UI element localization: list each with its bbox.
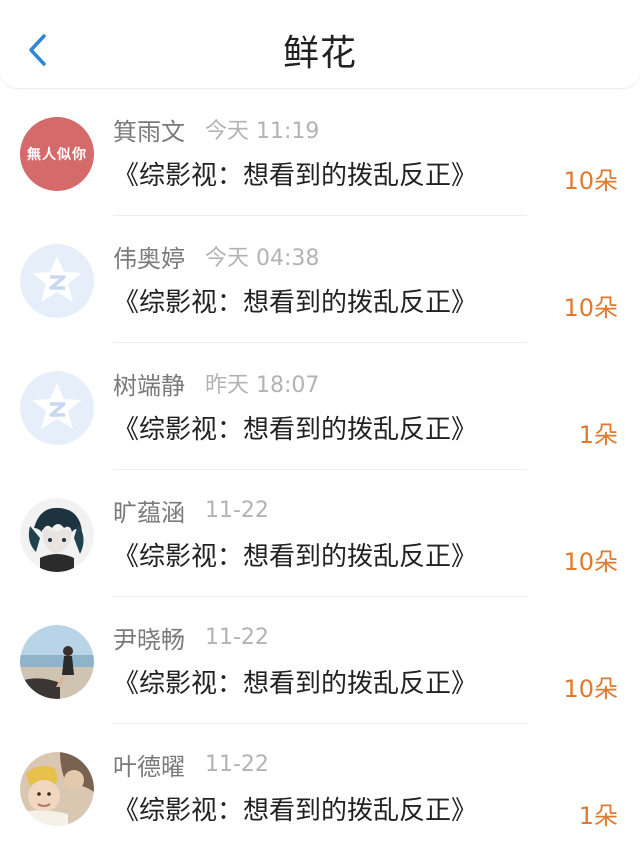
- list-item[interactable]: 叶德曜 11-22 《综影视：想看到的拨乱反正》 1朵: [0, 724, 640, 851]
- item-meta: 箕雨文 今天 11:19: [113, 111, 319, 147]
- user-name[interactable]: 树端静: [113, 366, 185, 401]
- user-name[interactable]: 尹晓畅: [113, 620, 185, 655]
- list-item[interactable]: 伟奥婷 今天 04:38 《综影视：想看到的拨乱反正》 10朵: [0, 216, 640, 343]
- work-title[interactable]: 《综影视：想看到的拨乱反正》: [113, 663, 477, 700]
- item-meta: 叶德曜 11-22: [113, 746, 269, 782]
- avatar[interactable]: [20, 244, 94, 318]
- timestamp: 昨天 18:07: [205, 373, 320, 398]
- flower-count: 10朵: [563, 167, 618, 195]
- work-title[interactable]: 《综影视：想看到的拨乱反正》: [113, 155, 477, 192]
- list-item[interactable]: 尹晓畅 11-22 《综影视：想看到的拨乱反正》 10朵: [0, 597, 640, 724]
- anime-character-photo-icon: [20, 498, 94, 572]
- work-title[interactable]: 《综影视：想看到的拨乱反正》: [113, 409, 477, 446]
- timestamp: 11-22: [205, 751, 269, 777]
- user-name[interactable]: 伟奥婷: [113, 239, 185, 274]
- list-item[interactable]: 旷蕴涵 11-22 《综影视：想看到的拨乱反正》 10朵: [0, 470, 640, 597]
- flower-count: 10朵: [563, 675, 618, 703]
- avatar[interactable]: 無人似你: [20, 117, 94, 191]
- qq-default-avatar-icon: [20, 371, 94, 445]
- flower-count: 10朵: [563, 548, 618, 576]
- flower-gift-list: 無人似你 箕雨文 今天 11:19 《综影视：想看到的拨乱反正》 10朵 伟奥婷…: [0, 89, 640, 851]
- flower-count: 1朵: [578, 802, 618, 830]
- avatar[interactable]: [20, 625, 94, 699]
- timestamp: 今天 11:19: [205, 119, 320, 144]
- work-title[interactable]: 《综影视：想看到的拨乱反正》: [113, 790, 477, 827]
- user-name[interactable]: 旷蕴涵: [113, 493, 185, 528]
- list-item[interactable]: 無人似你 箕雨文 今天 11:19 《综影视：想看到的拨乱反正》 10朵: [0, 89, 640, 216]
- user-name[interactable]: 箕雨文: [113, 112, 185, 147]
- work-title[interactable]: 《综影视：想看到的拨乱反正》: [113, 536, 477, 573]
- avatar[interactable]: [20, 371, 94, 445]
- avatar[interactable]: [20, 498, 94, 572]
- work-title[interactable]: 《综影视：想看到的拨乱反正》: [113, 282, 477, 319]
- item-meta: 尹晓畅 11-22: [113, 619, 269, 655]
- item-meta: 伟奥婷 今天 04:38: [113, 238, 319, 274]
- page-title: 鲜花: [282, 33, 357, 74]
- item-meta: 树端静 昨天 18:07: [113, 365, 319, 401]
- qq-default-avatar-icon: [20, 244, 94, 318]
- avatar[interactable]: [20, 752, 94, 826]
- timestamp: 11-22: [205, 497, 269, 523]
- flower-count: 10朵: [563, 294, 618, 322]
- item-meta: 旷蕴涵 11-22: [113, 492, 269, 528]
- user-name[interactable]: 叶德曜: [113, 747, 185, 782]
- flower-count: 1朵: [578, 421, 618, 449]
- list-item[interactable]: 树端静 昨天 18:07 《综影视：想看到的拨乱反正》 1朵: [0, 343, 640, 470]
- avatar-text: 無人似你: [27, 147, 87, 163]
- timestamp: 11-22: [205, 624, 269, 650]
- timestamp: 今天 04:38: [205, 246, 320, 271]
- seaside-person-photo-icon: [20, 625, 94, 699]
- top-nav-bar: 鲜花: [0, 0, 640, 89]
- family-baby-photo-icon: [20, 752, 94, 826]
